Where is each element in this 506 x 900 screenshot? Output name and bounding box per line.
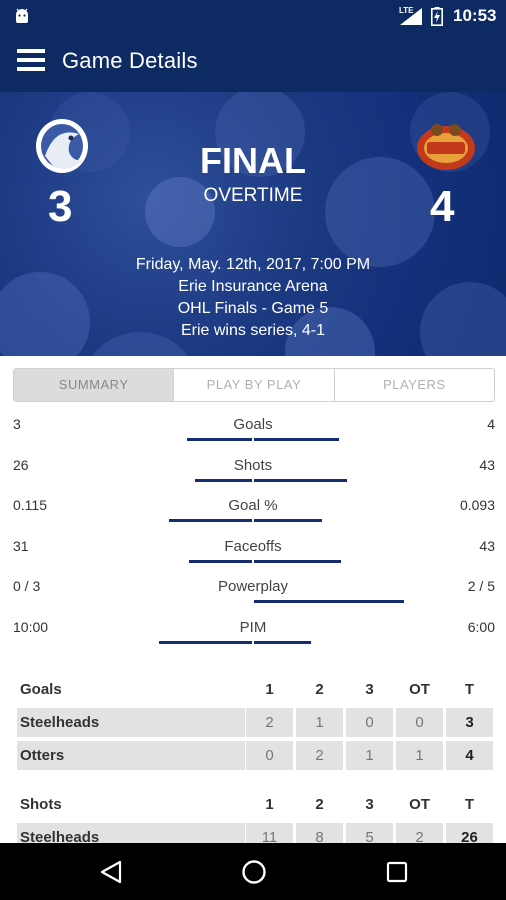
stat-row-powerplay: 0 / 3 Powerplay 2 / 5 [0,567,506,608]
system-navigation-bar [0,843,506,900]
menu-icon[interactable] [17,49,45,73]
table-row: Otters 0 2 1 1 4 [17,741,493,774]
stat-label: Powerplay [217,578,289,596]
stat-away-value: 0.093 [459,497,495,514]
stat-away-bar [254,438,339,441]
table-row: Steelheads 2 1 0 0 3 [17,708,493,741]
period-value: 0 [346,708,393,737]
table-title: Shots [20,796,62,813]
stat-label: Goals [233,416,273,433]
detail-tabs: SUMMARY PLAY BY PLAY PLAYERS [13,368,495,402]
game-period: OVERTIME [203,185,303,206]
column-header: 2 [315,796,324,813]
stat-away-value: 43 [479,456,495,473]
stat-row-goals: 3 Goals 4 [0,405,506,446]
period-value: 2 [296,741,343,770]
goals-by-period-table: Goals 1 2 3 OT T Steelheads 2 1 0 0 3 Ot… [17,675,493,774]
clock: 10:53 [453,6,497,25]
column-header: 1 [265,681,274,698]
status-bar: LTE 10:53 [0,0,506,33]
stat-label: Goal % [228,497,278,515]
period-value: 0 [396,708,443,737]
game-venue: Erie Insurance Arena [178,278,328,295]
table-header: Shots 1 2 3 OT T [17,790,493,823]
stat-home-bar [187,438,252,441]
stat-label: PIM [239,618,267,636]
battery-icon [431,7,443,26]
table-title: Goals [20,681,62,698]
period-value: 1 [346,741,393,770]
period-value: 1 [296,708,343,737]
stat-home-bar [195,478,252,482]
game-header: 3 4 FINAL OVERTIME Friday, May. 12th, 20… [0,92,506,356]
column-header: T [464,681,475,698]
recent-apps-icon[interactable] [386,861,408,883]
stat-away-bar [254,600,404,604]
back-icon[interactable] [100,860,122,884]
series-result: Erie wins series, 4-1 [180,322,326,339]
home-icon[interactable] [241,859,267,885]
stat-row-faceoffs: 31 Faceoffs 43 [0,527,506,568]
series-game: OHL Finals - Game 5 [177,300,329,317]
signal-icon [400,8,422,25]
period-value: 2 [246,708,293,737]
stat-home-bar [169,519,252,523]
stat-away-value: 4 [487,416,495,432]
period-value: 1 [396,741,443,770]
stat-away-value: 6:00 [467,618,495,635]
column-header: OT [409,796,430,813]
android-icon [16,8,28,23]
column-header: 3 [365,796,374,813]
game-info: Friday, May. 12th, 2017, 7:00 PM Erie In… [0,254,506,342]
team-name: Otters [17,741,245,770]
column-header: T [464,796,475,813]
tab-play-by-play[interactable]: PLAY BY PLAY [174,369,335,401]
page-title: Game Details [62,48,198,73]
total-value: 3 [446,708,493,737]
tab-summary[interactable]: SUMMARY [14,369,175,401]
stat-away-bar [254,559,341,563]
game-date: Friday, May. 12th, 2017, 7:00 PM [135,256,371,273]
stat-row-pim: 10:00 PIM 6:00 [0,608,506,649]
stat-away-value: 2 / 5 [467,578,495,595]
stat-label: Faceoffs [224,537,282,555]
stat-away-bar [254,478,347,482]
game-status: FINAL [200,140,306,181]
stat-away-bar [254,640,311,644]
column-header: 3 [365,681,374,698]
stat-label: Shots [233,456,273,474]
period-value: 0 [246,741,293,770]
column-header: 2 [315,681,324,698]
app-bar: Game Details [0,33,506,92]
stat-home-bar [159,640,252,644]
stat-row-goal-percent: 0.115 Goal % 0.093 [0,486,506,527]
stat-home-bar [189,559,252,563]
table-header: Goals 1 2 3 OT T [17,675,493,708]
column-header: 1 [265,796,274,813]
stat-away-bar [254,519,322,523]
column-header: OT [409,681,430,698]
team-name: Steelheads [17,708,245,737]
stat-row-shots: 26 Shots 43 [0,446,506,487]
stat-away-value: 43 [479,537,495,554]
tab-players[interactable]: PLAYERS [335,369,494,401]
total-value: 4 [446,741,493,770]
stats-comparison: 3 Goals 4 26 Shots 43 0.115 Goal % 0.093… [0,405,506,649]
